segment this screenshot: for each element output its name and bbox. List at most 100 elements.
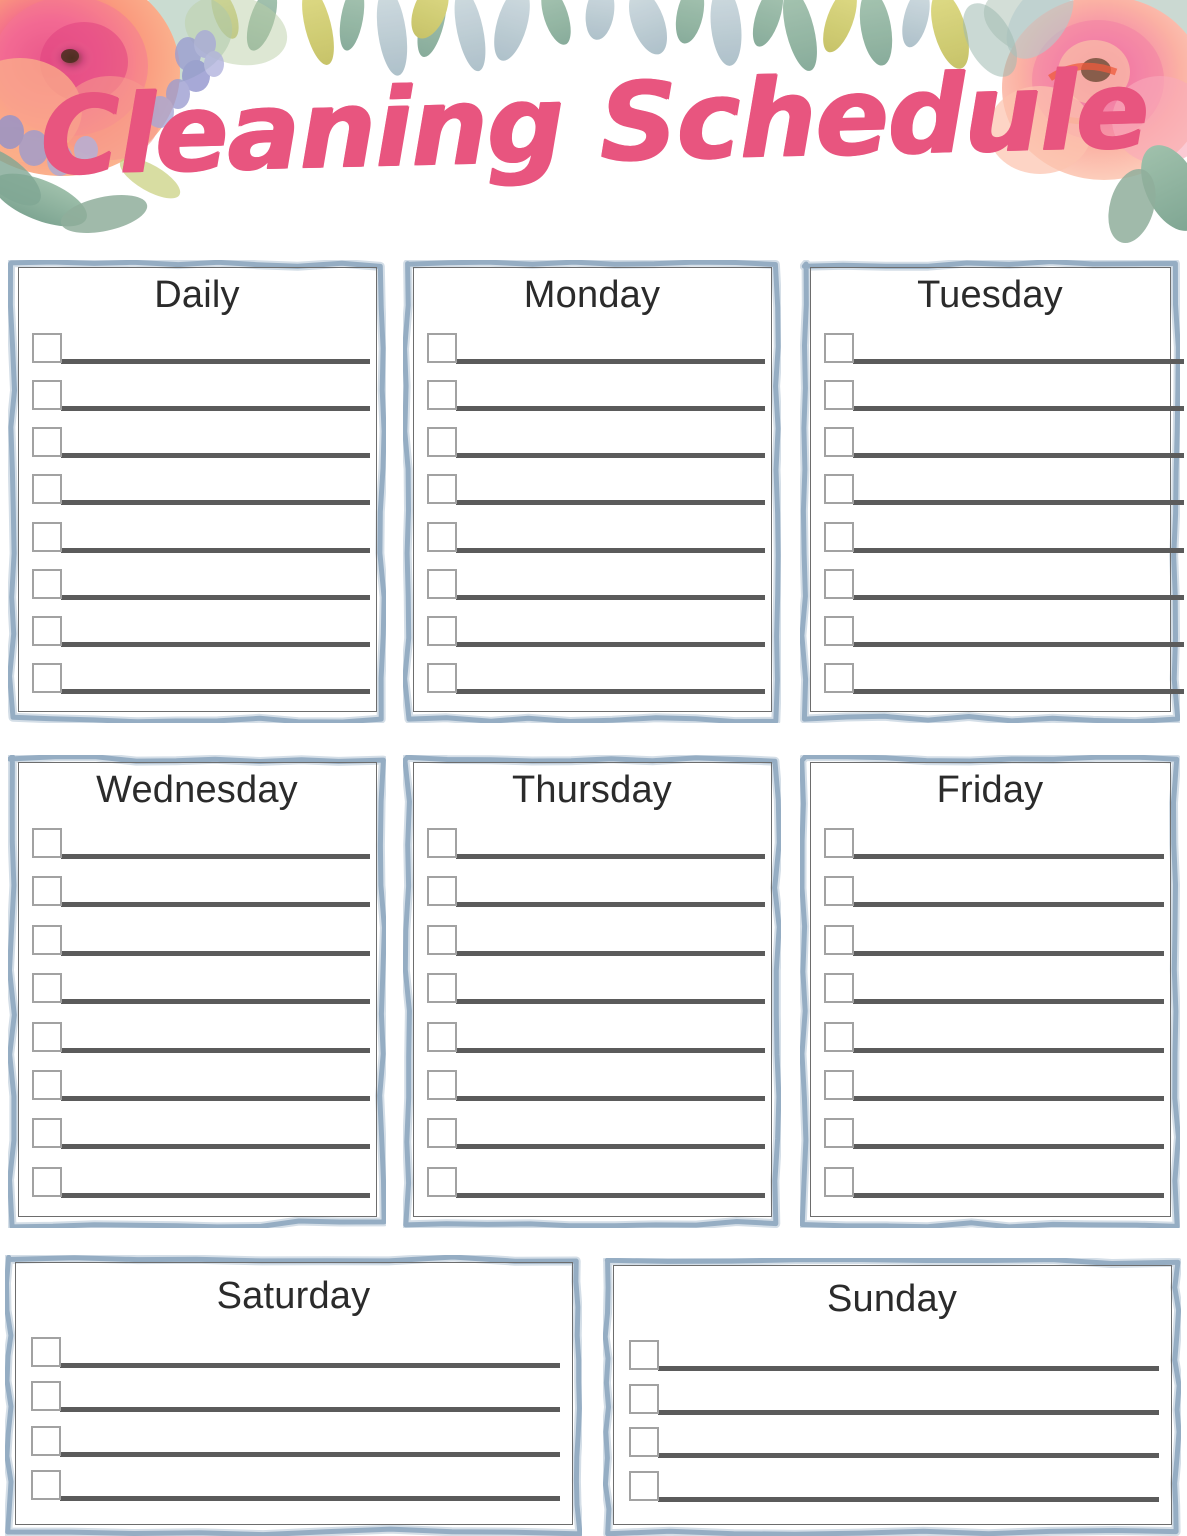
task-checkbox[interactable] (427, 973, 457, 1003)
task-write-in-line[interactable] (60, 1407, 560, 1412)
task-checkbox[interactable] (31, 1470, 61, 1500)
task-write-in-line[interactable] (456, 595, 765, 600)
task-write-in-line[interactable] (658, 1497, 1159, 1502)
task-write-in-line[interactable] (853, 1048, 1164, 1053)
task-write-in-line[interactable] (456, 1096, 765, 1101)
task-write-in-line[interactable] (853, 1096, 1164, 1101)
task-write-in-line[interactable] (853, 359, 1184, 364)
task-write-in-line[interactable] (61, 500, 370, 505)
task-write-in-line[interactable] (456, 1144, 765, 1149)
task-write-in-line[interactable] (61, 642, 370, 647)
task-checkbox[interactable] (824, 1118, 854, 1148)
task-write-in-line[interactable] (853, 1193, 1164, 1198)
task-write-in-line[interactable] (456, 548, 765, 553)
task-checkbox[interactable] (31, 1337, 61, 1367)
task-checkbox[interactable] (427, 663, 457, 693)
task-write-in-line[interactable] (61, 595, 370, 600)
task-write-in-line[interactable] (853, 999, 1164, 1004)
task-checkbox[interactable] (427, 1070, 457, 1100)
task-write-in-line[interactable] (853, 548, 1184, 553)
task-checkbox[interactable] (629, 1427, 659, 1457)
task-checkbox[interactable] (427, 828, 457, 858)
task-write-in-line[interactable] (61, 1144, 370, 1149)
task-write-in-line[interactable] (61, 359, 370, 364)
task-checkbox[interactable] (32, 1022, 62, 1052)
task-checkbox[interactable] (629, 1471, 659, 1501)
task-checkbox[interactable] (427, 1118, 457, 1148)
task-write-in-line[interactable] (61, 1193, 370, 1198)
task-checkbox[interactable] (824, 522, 854, 552)
task-write-in-line[interactable] (853, 854, 1164, 859)
task-checkbox[interactable] (32, 663, 62, 693)
task-write-in-line[interactable] (61, 548, 370, 553)
task-checkbox[interactable] (32, 1070, 62, 1100)
task-write-in-line[interactable] (853, 500, 1184, 505)
task-write-in-line[interactable] (61, 854, 370, 859)
task-checkbox[interactable] (32, 474, 62, 504)
task-checkbox[interactable] (824, 427, 854, 457)
task-checkbox[interactable] (824, 569, 854, 599)
task-checkbox[interactable] (31, 1381, 61, 1411)
task-write-in-line[interactable] (61, 453, 370, 458)
task-checkbox[interactable] (824, 1070, 854, 1100)
task-write-in-line[interactable] (61, 406, 370, 411)
task-checkbox[interactable] (32, 616, 62, 646)
task-checkbox[interactable] (32, 973, 62, 1003)
task-write-in-line[interactable] (658, 1453, 1159, 1458)
task-write-in-line[interactable] (456, 689, 765, 694)
task-write-in-line[interactable] (456, 1048, 765, 1053)
task-write-in-line[interactable] (853, 951, 1164, 956)
task-write-in-line[interactable] (853, 595, 1184, 600)
task-write-in-line[interactable] (456, 500, 765, 505)
task-checkbox[interactable] (824, 616, 854, 646)
task-checkbox[interactable] (32, 333, 62, 363)
task-checkbox[interactable] (427, 522, 457, 552)
task-checkbox[interactable] (824, 876, 854, 906)
task-checkbox[interactable] (824, 973, 854, 1003)
task-write-in-line[interactable] (456, 999, 765, 1004)
task-checkbox[interactable] (32, 569, 62, 599)
task-write-in-line[interactable] (60, 1452, 560, 1457)
task-checkbox[interactable] (427, 616, 457, 646)
task-checkbox[interactable] (427, 569, 457, 599)
task-checkbox[interactable] (427, 1022, 457, 1052)
task-checkbox[interactable] (824, 925, 854, 955)
task-checkbox[interactable] (32, 828, 62, 858)
task-checkbox[interactable] (427, 333, 457, 363)
task-checkbox[interactable] (629, 1340, 659, 1370)
task-write-in-line[interactable] (61, 1096, 370, 1101)
task-checkbox[interactable] (427, 427, 457, 457)
task-write-in-line[interactable] (456, 453, 765, 458)
task-write-in-line[interactable] (658, 1410, 1159, 1415)
task-write-in-line[interactable] (658, 1366, 1159, 1371)
task-write-in-line[interactable] (853, 902, 1164, 907)
task-write-in-line[interactable] (456, 642, 765, 647)
task-checkbox[interactable] (427, 1167, 457, 1197)
task-write-in-line[interactable] (456, 951, 765, 956)
task-write-in-line[interactable] (61, 689, 370, 694)
task-write-in-line[interactable] (853, 406, 1184, 411)
task-checkbox[interactable] (32, 1118, 62, 1148)
task-checkbox[interactable] (824, 1022, 854, 1052)
task-write-in-line[interactable] (853, 642, 1184, 647)
task-checkbox[interactable] (32, 427, 62, 457)
task-checkbox[interactable] (427, 925, 457, 955)
task-write-in-line[interactable] (61, 951, 370, 956)
task-checkbox[interactable] (824, 333, 854, 363)
task-write-in-line[interactable] (853, 689, 1184, 694)
task-checkbox[interactable] (824, 474, 854, 504)
task-checkbox[interactable] (824, 380, 854, 410)
task-checkbox[interactable] (32, 876, 62, 906)
task-checkbox[interactable] (32, 522, 62, 552)
task-write-in-line[interactable] (456, 406, 765, 411)
task-checkbox[interactable] (427, 876, 457, 906)
task-write-in-line[interactable] (853, 1144, 1164, 1149)
task-write-in-line[interactable] (61, 999, 370, 1004)
task-checkbox[interactable] (32, 1167, 62, 1197)
task-checkbox[interactable] (32, 380, 62, 410)
task-write-in-line[interactable] (456, 902, 765, 907)
task-write-in-line[interactable] (456, 1193, 765, 1198)
task-checkbox[interactable] (629, 1384, 659, 1414)
task-write-in-line[interactable] (456, 854, 765, 859)
task-checkbox[interactable] (32, 925, 62, 955)
